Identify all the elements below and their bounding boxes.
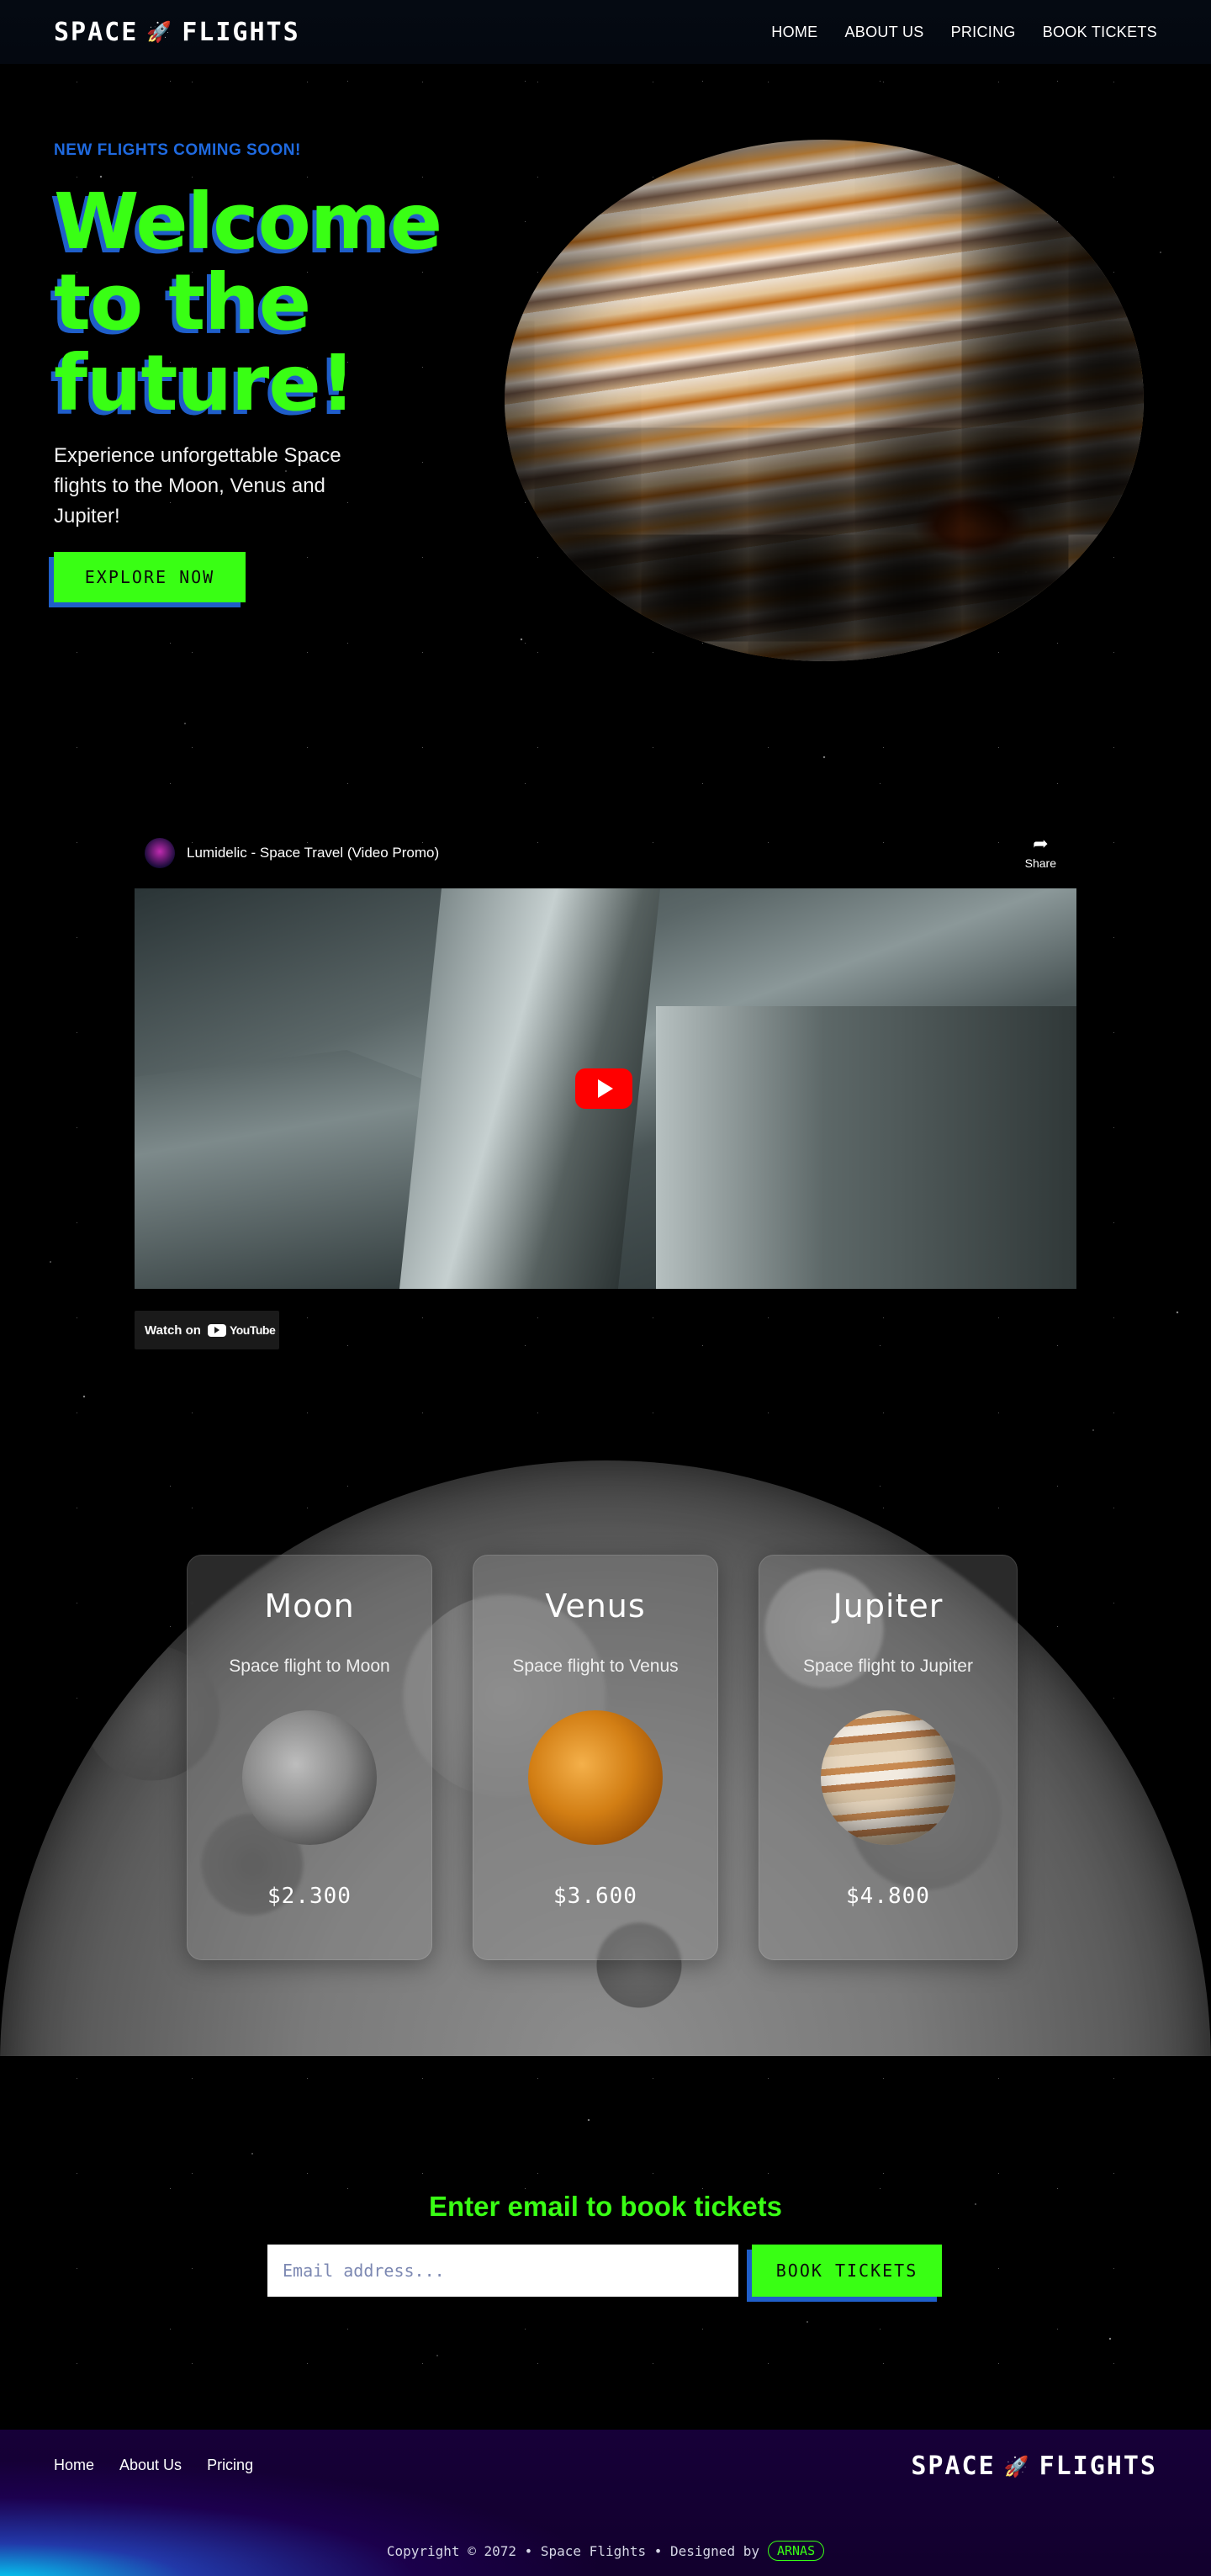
- copyright: Copyright © 2072 • Space Flights • Desig…: [0, 2541, 1211, 2561]
- pricing-card-venus[interactable]: Venus Space flight to Venus $3.600: [473, 1555, 718, 1960]
- logo-text-flights: FLIGHTS: [1039, 2451, 1157, 2481]
- pricing-cards: Moon Space flight to Moon $2.300 Venus S…: [187, 1555, 1018, 1960]
- thumbnail-plateau: [656, 1006, 1076, 1289]
- rocket-icon: 🚀: [146, 20, 174, 44]
- hero-subtitle: Experience unforgettable Space flights t…: [54, 444, 341, 527]
- card-price: $2.300: [267, 1884, 352, 1909]
- nav-about-us[interactable]: ABOUT US: [844, 24, 923, 41]
- logo-text-space: SPACE: [911, 2451, 996, 2481]
- hero-eyebrow: NEW FLIGHTS COMING SOON!: [54, 141, 301, 159]
- card-title: Venus: [545, 1587, 646, 1625]
- video-title[interactable]: Lumidelic - Space Travel (Video Promo): [187, 845, 439, 861]
- card-description: Space flight to Moon: [229, 1656, 390, 1676]
- youtube-play-icon: [207, 1323, 226, 1337]
- nav-home[interactable]: HOME: [771, 24, 817, 41]
- pricing-section: Moon Space flight to Moon $2.300 Venus S…: [0, 1460, 1211, 2056]
- main-nav: HOME ABOUT US PRICING BOOK TICKETS: [771, 24, 1157, 41]
- hero-section: NEW FLIGHTS COMING SOON! Welcome to the …: [0, 64, 1211, 703]
- rocket-icon: 🚀: [1003, 2454, 1031, 2478]
- card-title: Moon: [264, 1587, 355, 1625]
- watch-on-youtube-button[interactable]: Watch on YouTube: [135, 1311, 279, 1349]
- footer-link-pricing[interactable]: Pricing: [207, 2457, 253, 2474]
- footer-link-home[interactable]: Home: [54, 2457, 94, 2474]
- youtube-logo: YouTube: [207, 1323, 276, 1337]
- card-title: Jupiter: [833, 1587, 944, 1625]
- channel-avatar[interactable]: [145, 838, 175, 868]
- logo-text-space: SPACE: [54, 17, 139, 47]
- moon-icon: [242, 1710, 377, 1845]
- jupiter-icon: [821, 1710, 955, 1845]
- jupiter-image: [505, 140, 1144, 661]
- pricing-card-moon[interactable]: Moon Space flight to Moon $2.300: [187, 1555, 432, 1960]
- site-logo[interactable]: SPACE 🚀 FLIGHTS: [54, 18, 300, 47]
- copyright-text: Copyright © 2072 • Space Flights • Desig…: [386, 2542, 759, 2559]
- share-icon: ➦: [1033, 833, 1049, 854]
- share-label: Share: [1024, 856, 1056, 870]
- play-button[interactable]: [575, 1068, 632, 1109]
- venus-icon: [528, 1710, 663, 1845]
- card-price: $3.600: [553, 1884, 637, 1909]
- play-icon: [598, 1079, 613, 1098]
- footer-nav: Home About Us Pricing: [54, 2457, 253, 2474]
- footer-link-about-us[interactable]: About Us: [119, 2457, 182, 2474]
- designer-badge[interactable]: ARNAS: [767, 2541, 825, 2561]
- nav-pricing[interactable]: PRICING: [951, 24, 1016, 41]
- explore-now-button[interactable]: EXPLORE NOW: [54, 552, 246, 602]
- booking-title: Enter email to book tickets: [429, 2191, 782, 2222]
- video-header: Lumidelic - Space Travel (Video Promo) ➦…: [135, 818, 1076, 888]
- video-thumbnail[interactable]: [135, 888, 1076, 1289]
- footer-logo[interactable]: SPACE 🚀 FLIGHTS: [911, 2451, 1157, 2481]
- site-header: SPACE 🚀 FLIGHTS HOME ABOUT US PRICING BO…: [0, 0, 1211, 64]
- book-tickets-button[interactable]: BOOK TICKETS: [752, 2245, 942, 2297]
- card-price: $4.800: [846, 1884, 930, 1909]
- hero-title: Welcome to the future!: [54, 177, 442, 428]
- youtube-wordmark: YouTube: [229, 1323, 276, 1337]
- video-embed: Lumidelic - Space Travel (Video Promo) ➦…: [135, 818, 1076, 1351]
- logo-text-flights: FLIGHTS: [182, 17, 300, 47]
- watch-on-label: Watch on: [145, 1322, 201, 1338]
- nav-book-tickets[interactable]: BOOK TICKETS: [1043, 24, 1157, 41]
- site-footer: Home About Us Pricing SPACE 🚀 FLIGHTS Co…: [0, 2430, 1211, 2576]
- share-button[interactable]: ➦ Share: [1025, 833, 1056, 870]
- email-input[interactable]: [267, 2245, 738, 2297]
- pricing-card-jupiter[interactable]: Jupiter Space flight to Jupiter $4.800: [759, 1555, 1018, 1960]
- card-description: Space flight to Jupiter: [803, 1656, 973, 1676]
- card-description: Space flight to Venus: [512, 1656, 679, 1676]
